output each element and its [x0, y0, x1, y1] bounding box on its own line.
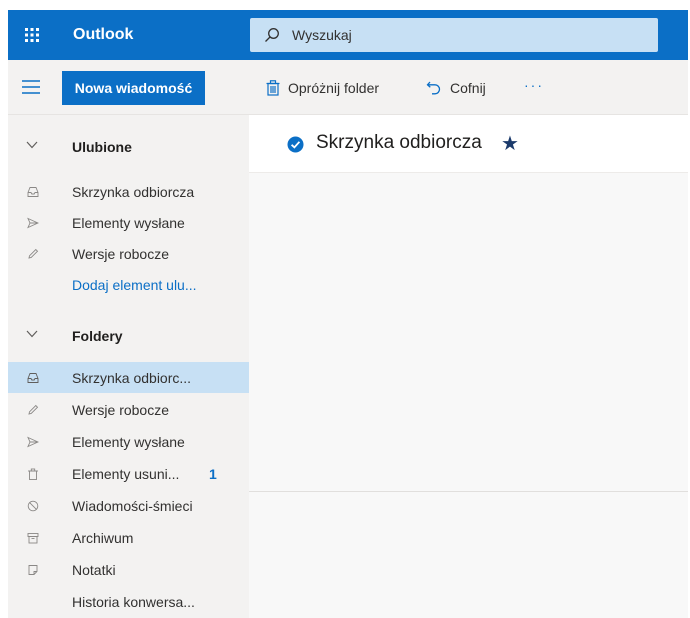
sidebar-item-label: Skrzynka odbiorcza [72, 183, 195, 200]
favorite-star-icon[interactable]: ★ [501, 131, 519, 156]
search-icon [265, 28, 279, 42]
sidebar-item-inbox[interactable]: Skrzynka odbiorc... [8, 362, 249, 393]
command-bar: Nowa wiadomość Opróżnij folder Cofnij ··… [8, 60, 688, 115]
send-icon [26, 216, 40, 230]
send-icon [26, 435, 40, 449]
block-icon [26, 499, 40, 513]
add-favorite-label: Dodaj element ulu... [72, 276, 197, 293]
note-icon [26, 563, 40, 577]
archive-icon [26, 531, 40, 545]
folder-title: Skrzynka odbiorcza [316, 132, 482, 153]
sidebar-item-favorites-sent[interactable]: Elementy wysłane [8, 207, 249, 238]
folder-pane: Ulubione Skrzynka odbiorcza Elementy wys… [8, 115, 249, 618]
unread-count-badge: 1 [209, 465, 217, 482]
sidebar-item-label: Wiadomości-śmieci [72, 497, 193, 514]
hamburger-menu-icon[interactable] [22, 80, 40, 94]
pencil-icon [26, 403, 40, 417]
sidebar-item-label: Notatki [72, 561, 116, 578]
inbox-icon [26, 185, 40, 199]
sidebar-item-conversation-history[interactable]: Historia konwersa... [8, 586, 249, 617]
undo-label: Cofnij [450, 80, 486, 96]
search-input[interactable] [292, 27, 592, 43]
sidebar-item-drafts[interactable]: Wersje robocze [8, 394, 249, 425]
message-list-header: Skrzynka odbiorcza ★ [249, 115, 688, 173]
sidebar-item-archive[interactable]: Archiwum [8, 522, 249, 553]
sidebar-item-sent[interactable]: Elementy wysłane [8, 426, 249, 457]
app-brand[interactable]: Outlook [73, 10, 133, 60]
divider [249, 491, 688, 492]
more-options-button[interactable]: ··· [524, 77, 544, 99]
search-box[interactable] [250, 18, 658, 52]
sidebar-item-junk[interactable]: Wiadomości-śmieci [8, 490, 249, 521]
sidebar-item-favorites-drafts[interactable]: Wersje robocze [8, 238, 249, 269]
new-message-button[interactable]: Nowa wiadomość [62, 71, 205, 105]
favorites-label: Ulubione [72, 139, 132, 155]
folders-section-header[interactable]: Foldery [8, 318, 249, 354]
empty-folder-button[interactable]: Opróżnij folder [266, 77, 379, 99]
sidebar-item-deleted[interactable]: Elementy usuni... 1 [8, 458, 249, 489]
sidebar-item-label: Archiwum [72, 529, 134, 546]
folders-label: Foldery [72, 328, 123, 344]
sidebar-item-label: Historia konwersa... [72, 593, 195, 610]
select-all-check-icon[interactable] [287, 136, 304, 153]
undo-icon [426, 80, 442, 96]
top-bar: Outlook [8, 10, 688, 60]
chevron-down-icon [26, 141, 38, 149]
trash-icon [26, 467, 40, 481]
pencil-icon [26, 247, 40, 261]
app-launcher-button[interactable] [8, 10, 56, 60]
chevron-down-icon [26, 330, 38, 338]
sidebar-item-label: Elementy wysłane [72, 433, 185, 450]
empty-folder-label: Opróżnij folder [288, 80, 380, 96]
message-list-pane: Skrzynka odbiorcza ★ [249, 115, 688, 618]
sidebar-item-label: Wersje robocze [72, 245, 170, 262]
sidebar-item-label: Elementy wysłane [72, 214, 185, 231]
sidebar-item-label: Wersje robocze [72, 401, 170, 418]
inbox-icon [26, 371, 40, 385]
sidebar-item-label: Skrzynka odbiorc... [72, 369, 192, 386]
sidebar-item-notes[interactable]: Notatki [8, 554, 249, 585]
favorites-section-header[interactable]: Ulubione [8, 129, 249, 165]
sidebar-item-label: Elementy usuni... [72, 465, 180, 482]
undo-button[interactable]: Cofnij [426, 77, 486, 99]
trash-icon [266, 80, 280, 96]
waffle-icon [25, 28, 39, 42]
sidebar-item-favorites-inbox[interactable]: Skrzynka odbiorcza [8, 176, 249, 207]
add-favorite-link[interactable]: Dodaj element ulu... [8, 269, 249, 300]
